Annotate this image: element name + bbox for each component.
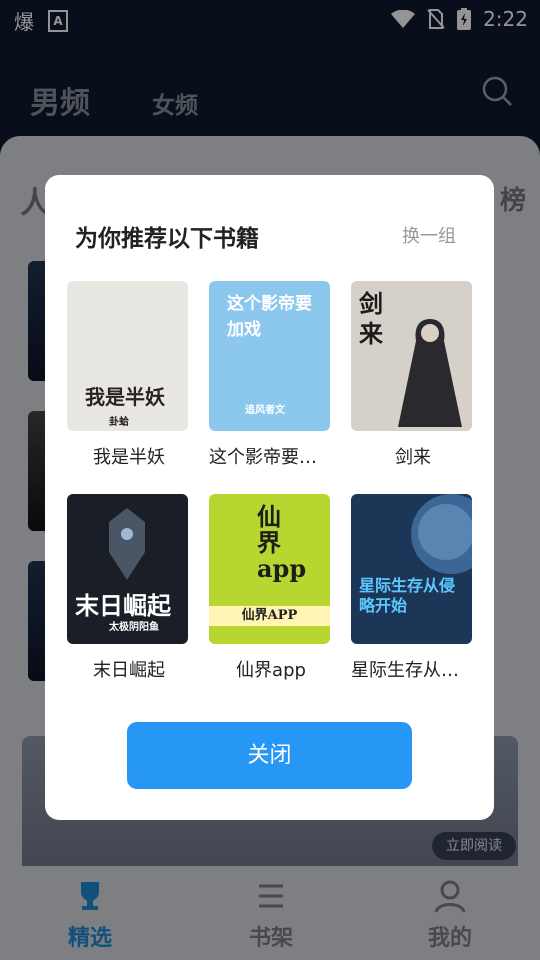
book-cover[interactable]: 星际生存从侵略开始 — [351, 494, 472, 644]
book-title: 这个影帝要加… — [209, 447, 333, 468]
planet-illustration — [411, 494, 472, 574]
cover-author: 追风者文 — [245, 405, 285, 416]
cover-title: 剑来 — [359, 289, 383, 348]
book-cover[interactable]: 剑来 — [351, 281, 472, 431]
dialog-title: 为你推荐以下书籍 — [75, 226, 259, 252]
book-title: 我是半妖 — [93, 447, 165, 468]
recommend-dialog: 为你推荐以下书籍 换一组 我是半妖 卦蛤 我是半妖 这个影帝要加戏 追风者文 这… — [45, 175, 494, 820]
refresh-button[interactable]: 换一组 — [402, 222, 456, 248]
book-card[interactable]: 仙界app 仙界APP 仙界app — [209, 494, 331, 682]
cover-author: 仙界APP — [209, 606, 330, 626]
robot-illustration — [109, 508, 145, 580]
cover-title: 末日崛起 — [75, 591, 171, 620]
cover-title: 我是半妖 — [85, 385, 165, 409]
book-card[interactable]: 星际生存从侵略开始 星际生存从侵… — [351, 494, 475, 682]
book-title: 剑来 — [395, 447, 431, 468]
character-illustration — [398, 319, 462, 427]
book-card[interactable]: 这个影帝要加戏 追风者文 这个影帝要加… — [209, 281, 333, 469]
book-cover[interactable]: 这个影帝要加戏 追风者文 — [209, 281, 330, 431]
book-cover[interactable]: 末日崛起 太极阴阳鱼 — [67, 494, 188, 644]
book-card[interactable]: 我是半妖 卦蛤 我是半妖 — [67, 281, 189, 469]
cover-title: 星际生存从侵略开始 — [359, 576, 456, 615]
cover-title: 仙界app — [257, 502, 307, 583]
book-card[interactable]: 末日崛起 太极阴阳鱼 末日崛起 — [67, 494, 189, 682]
cover-title: 这个影帝要加戏 — [227, 294, 312, 340]
book-cover[interactable]: 仙界app 仙界APP — [209, 494, 330, 644]
book-title: 星际生存从侵… — [351, 660, 475, 681]
close-button[interactable]: 关闭 — [127, 722, 412, 789]
book-cover[interactable]: 我是半妖 卦蛤 — [67, 281, 188, 431]
cover-author: 卦蛤 — [109, 417, 129, 428]
cover-author: 太极阴阳鱼 — [109, 622, 159, 633]
book-title: 仙界app — [236, 660, 306, 681]
book-title: 末日崛起 — [93, 660, 165, 681]
book-card[interactable]: 剑来 剑来 — [351, 281, 473, 469]
